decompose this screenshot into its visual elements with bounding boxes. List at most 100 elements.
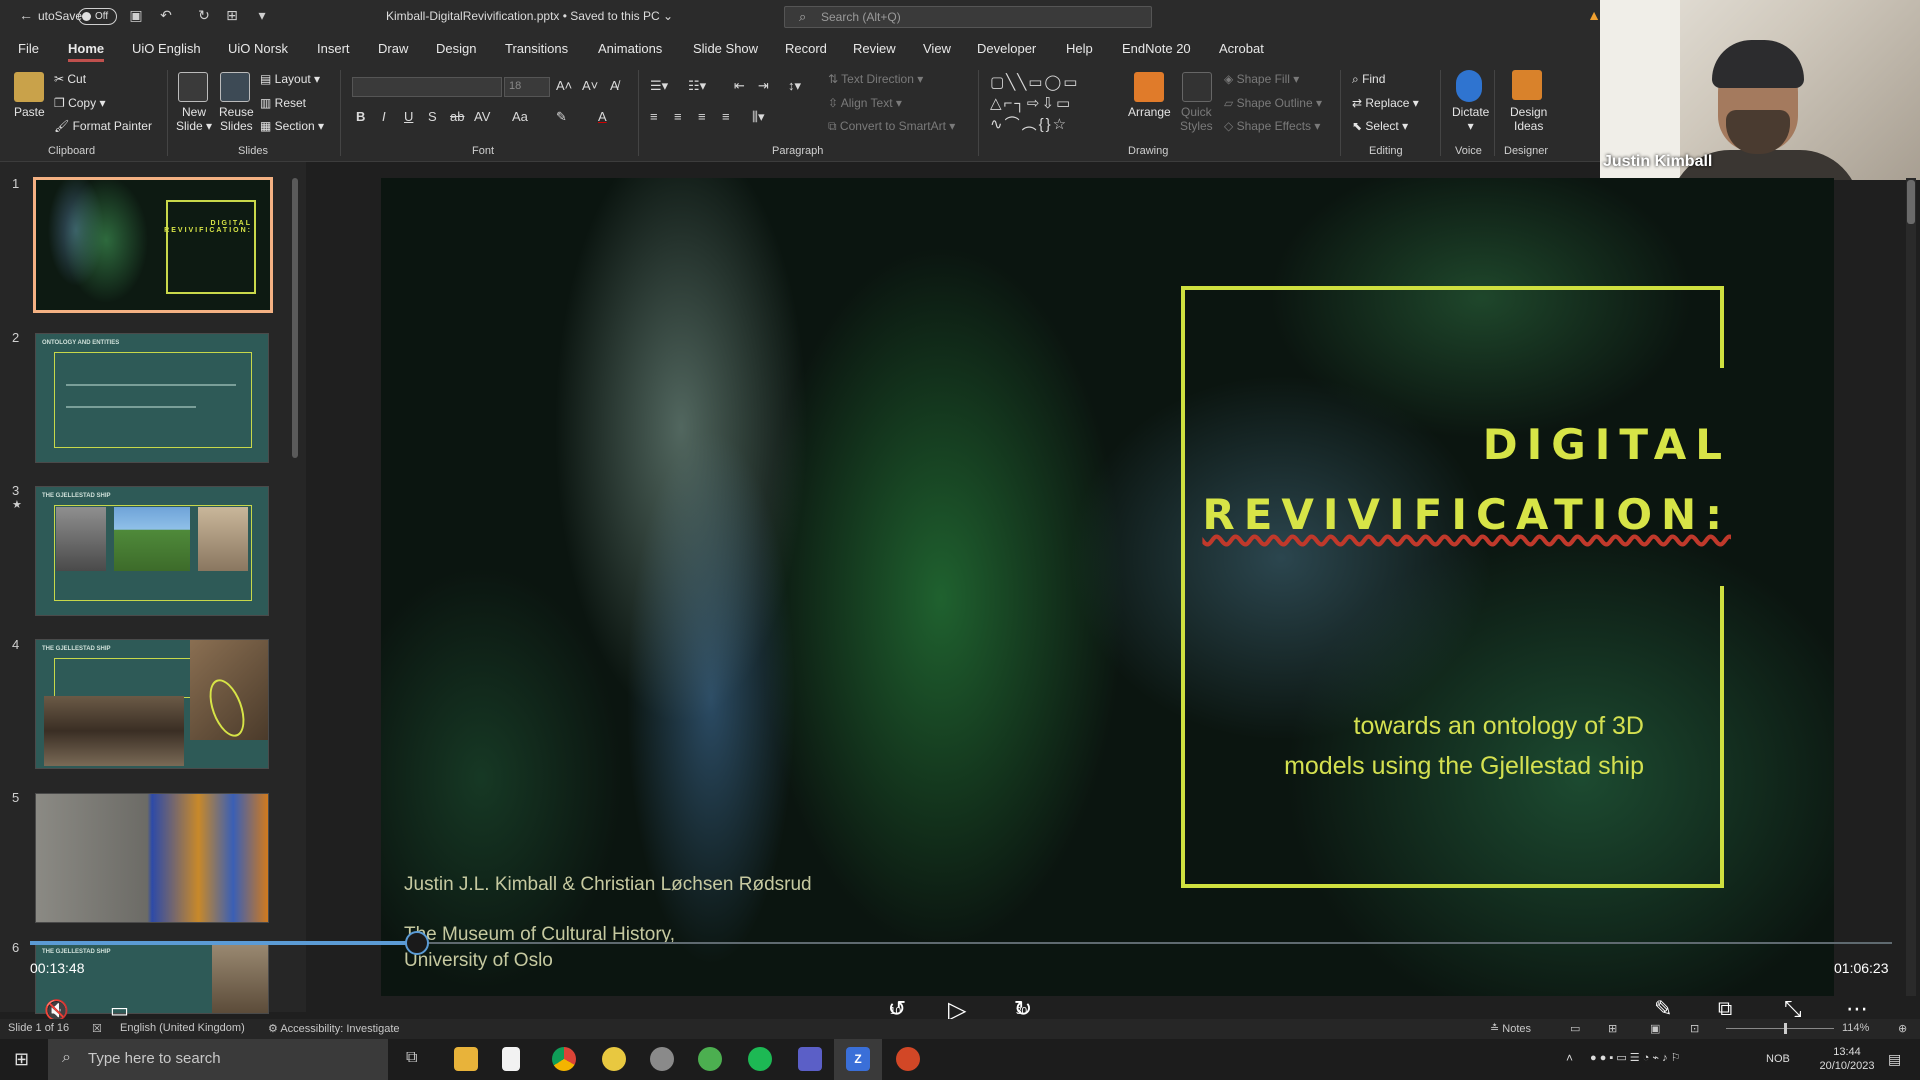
reading-view-icon[interactable]: ▣ [1650,1022,1660,1035]
font-color-icon[interactable]: A [598,109,607,124]
new-slide-button[interactable]: New Slide ▾ [176,105,212,133]
shape-effects-button[interactable]: ◇ Shape Effects ▾ [1224,119,1320,133]
arrange-button[interactable]: Arrange [1128,105,1171,119]
highlighter-icon[interactable]: ✎ [556,109,567,125]
select-button[interactable]: ⬉ Select ▾ [1352,119,1408,133]
file-explorer-icon[interactable] [454,1047,478,1071]
reset-button[interactable]: ▥ Reset [260,96,306,110]
zoom-slider-handle[interactable] [1784,1023,1787,1034]
thumbnail-slide-2[interactable]: ONTOLOGY AND ENTITIES [35,333,269,463]
tab-view[interactable]: View [923,41,951,56]
character-spacing-icon[interactable]: AV [474,109,490,124]
shapes-gallery[interactable]: ▢╲╲▭◯▭ △⌐┐⇨⇩▭ ∿⌒︵{}☆ [990,72,1116,138]
chrome-icon[interactable] [552,1047,576,1071]
bold-icon[interactable]: B [356,109,365,124]
back-arrow-icon[interactable]: ← [18,7,34,23]
clock[interactable]: 13:44 20/10/2023 [1812,1045,1882,1073]
line-spacing-icon[interactable]: ↕▾ [788,78,801,94]
justify-icon[interactable]: ≡ [722,109,730,124]
tab-help[interactable]: Help [1066,41,1093,56]
autosave-toggle[interactable]: Off [78,8,117,25]
new-slide-icon[interactable] [178,72,208,102]
decrease-indent-icon[interactable]: ⇤ [734,78,745,94]
tray-chevron-icon[interactable]: ˄ [1566,1051,1573,1065]
dictate-button[interactable]: Dictate ▾ [1452,105,1489,133]
tab-acrobat[interactable]: Acrobat [1219,41,1264,56]
accessibility-status[interactable]: ⚙ Accessibility: Investigate [268,1022,400,1035]
align-right-icon[interactable]: ≡ [698,109,706,124]
increase-indent-icon[interactable]: ⇥ [758,78,769,94]
thumbnail-slide-3[interactable]: THE GJELLESTAD SHIP [35,486,269,616]
italic-icon[interactable]: I [382,109,386,124]
bullets-icon[interactable]: ☰▾ [650,78,668,94]
shape-outline-button[interactable]: ▱ Shape Outline ▾ [1224,96,1322,110]
shape-fill-button[interactable]: ◈ Shape Fill ▾ [1224,72,1299,86]
notifications-icon[interactable]: ▤ [1888,1051,1901,1068]
thumbnail-slide-5[interactable] [35,793,269,923]
increase-font-icon[interactable]: A˄ [556,78,572,93]
notes-button[interactable]: ≛ Notes [1490,1022,1531,1035]
slide-sorter-icon[interactable]: ⊞ [1608,1022,1617,1035]
convert-smartart-button[interactable]: ⧉ Convert to SmartArt ▾ [828,119,955,134]
paste-button[interactable]: Paste [14,105,45,119]
input-language[interactable]: NOB [1766,1053,1790,1065]
align-left-icon[interactable]: ≡ [650,109,658,124]
tab-transitions[interactable]: Transitions [505,41,568,56]
zoom-level[interactable]: 114% [1842,1022,1869,1034]
format-painter-button[interactable]: 🖌 Format Painter [54,119,152,133]
task-view-icon[interactable]: ⧉ [406,1049,417,1067]
copy-button[interactable]: ❐ Copy ▾ [54,96,105,110]
fit-slide-icon[interactable]: ⊕ [1898,1022,1907,1035]
align-text-button[interactable]: ⇳ Align Text ▾ [828,96,902,110]
language-status[interactable]: English (United Kingdom) [120,1022,245,1034]
text-direction-button[interactable]: ⇅ Text Direction ▾ [828,72,923,86]
tray-app-icons[interactable]: ● ● ▪ ▭ ☰ ◔ ⌁ ♪ ⚐ [1590,1051,1681,1064]
windows-start-icon[interactable]: ⊞ [14,1049,29,1070]
decrease-font-icon[interactable]: A˅ [582,78,598,93]
section-button[interactable]: ▦ Section ▾ [260,119,324,133]
app-c-icon[interactable] [650,1047,674,1071]
font-family-dropdown[interactable] [352,77,502,97]
thumbnail-slide-4[interactable]: THE GJELLESTAD SHIP [35,639,269,769]
columns-icon[interactable]: ⫼▾ [752,109,765,125]
tab-design[interactable]: Design [436,41,476,56]
strikethrough-icon[interactable]: ab [450,109,464,124]
undo-icon[interactable]: ↶ [158,7,174,23]
zoom-slider[interactable] [1726,1028,1834,1029]
zoom-app-icon[interactable]: Z [846,1047,870,1071]
tab-record[interactable]: Record [785,41,827,56]
picture-in-picture-icon[interactable]: ⧉ [1718,998,1732,1021]
tab-insert[interactable]: Insert [317,41,350,56]
tab-file[interactable]: File [18,41,39,56]
tab-slide-show[interactable]: Slide Show [693,41,758,56]
tab-uio-norsk[interactable]: UiO Norsk [228,41,288,56]
app-tree-icon[interactable] [698,1047,722,1071]
tab-endnote[interactable]: EndNote 20 [1122,41,1191,56]
present-icon[interactable]: ⊞ [224,7,240,23]
save-icon[interactable]: ▣ [128,7,144,23]
shadow-icon[interactable]: S [428,109,437,124]
change-case-icon[interactable]: Aa [512,109,528,124]
tab-developer[interactable]: Developer [977,41,1036,56]
quick-styles-icon[interactable] [1182,72,1212,102]
underline-icon[interactable]: U [404,109,413,124]
thumbnail-slide-1[interactable]: DIGITAL REVIVIFICATION: [33,177,273,313]
normal-view-icon[interactable]: ▭ [1570,1022,1580,1035]
microphone-icon[interactable] [1456,70,1482,102]
powerpoint-icon[interactable] [896,1047,920,1071]
design-ideas-button[interactable]: Design Ideas [1510,105,1547,133]
customize-toolbar-icon[interactable]: ▾ [254,7,270,23]
design-ideas-icon[interactable] [1512,70,1542,100]
app-q-icon[interactable] [602,1047,626,1071]
replace-button[interactable]: ⇄ Replace ▾ [1352,96,1419,110]
tab-home[interactable]: Home [68,41,105,62]
taskbar-search[interactable]: ⌕ Type here to search [48,1039,388,1080]
tab-animations[interactable]: Animations [598,41,662,56]
numbering-icon[interactable]: ☷▾ [688,78,706,94]
slideshow-view-icon[interactable]: ⊡ [1690,1022,1699,1035]
reuse-slides-icon[interactable] [220,72,250,102]
clear-formatting-icon[interactable]: A̸ [610,78,619,93]
redo-icon[interactable]: ↻ [196,7,212,23]
tab-draw[interactable]: Draw [378,41,408,56]
thumbnail-scrollbar[interactable] [292,178,298,458]
